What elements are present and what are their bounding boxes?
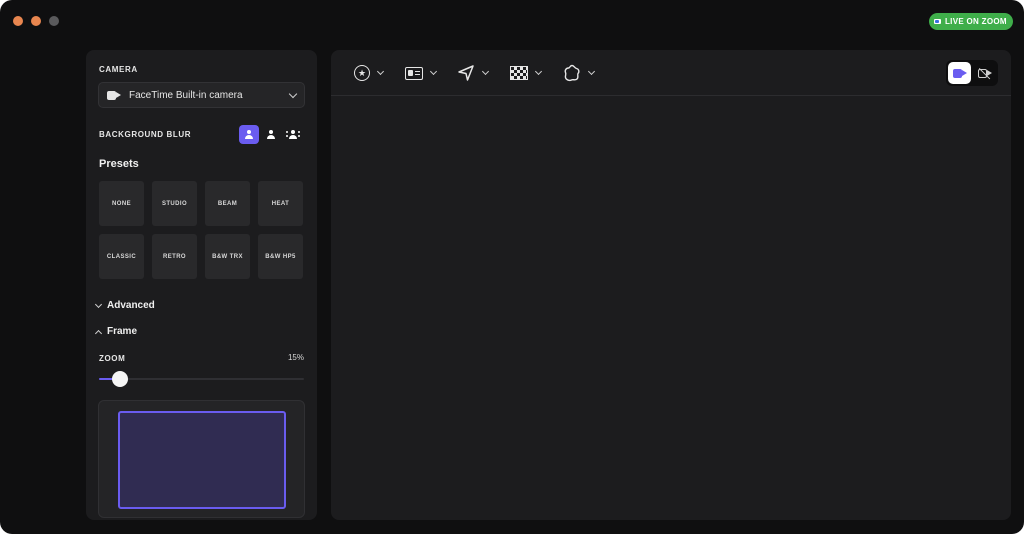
stickers-tool-button[interactable]: ★ bbox=[354, 64, 385, 82]
video-camera-off-icon bbox=[977, 67, 992, 79]
frame-label: Frame bbox=[107, 326, 138, 337]
live-status-label: LIVE ON ZOOM bbox=[945, 17, 1007, 26]
blur-option-strong[interactable] bbox=[283, 125, 303, 144]
navigation-arrow-icon bbox=[458, 65, 474, 81]
shapes-tool-button[interactable] bbox=[563, 64, 596, 82]
presets-title: Presets bbox=[99, 158, 139, 170]
frame-preview bbox=[98, 400, 305, 518]
camera-section-label: CAMERA bbox=[99, 65, 138, 74]
preset-beam[interactable]: BEAM bbox=[205, 181, 250, 226]
frame-crop-rectangle[interactable] bbox=[118, 411, 286, 509]
camera-toggle bbox=[946, 60, 998, 86]
blur-options bbox=[239, 125, 303, 144]
preset-bw-hp5[interactable]: B&W HP5 bbox=[258, 234, 303, 279]
chevron-down-icon bbox=[481, 67, 490, 75]
camera-off-button[interactable] bbox=[973, 62, 996, 84]
preset-heat[interactable]: HEAT bbox=[258, 181, 303, 226]
preset-none[interactable]: NONE bbox=[99, 181, 144, 226]
chevron-down-icon bbox=[376, 67, 385, 75]
star-badge-icon: ★ bbox=[354, 65, 370, 81]
settings-sidebar: CAMERA FaceTime Built-in camera BACKGROU… bbox=[86, 50, 317, 520]
preset-bw-trx[interactable]: B&W TRX bbox=[205, 234, 250, 279]
camera-preview-panel: ★ bbox=[331, 50, 1011, 520]
camera-on-button[interactable] bbox=[948, 62, 971, 84]
pointer-tool-button[interactable] bbox=[458, 64, 490, 82]
id-card-icon bbox=[405, 66, 423, 80]
camera-preview-area bbox=[331, 97, 1011, 520]
blob-shape-icon bbox=[564, 64, 580, 82]
chevron-down-icon bbox=[288, 89, 298, 98]
app-window: LIVE ON ZOOM CAMERA FaceTime Built-in ca… bbox=[0, 0, 1024, 534]
chevron-down-icon bbox=[534, 67, 543, 75]
preset-studio[interactable]: STUDIO bbox=[152, 181, 197, 226]
preset-classic[interactable]: CLASSIC bbox=[99, 234, 144, 279]
chevron-down-icon bbox=[587, 67, 596, 75]
advanced-label: Advanced bbox=[107, 300, 155, 311]
camera-select[interactable]: FaceTime Built-in camera bbox=[98, 82, 305, 108]
close-window-button[interactable] bbox=[13, 16, 23, 26]
preset-retro[interactable]: RETRO bbox=[152, 234, 197, 279]
chevron-up-icon bbox=[94, 329, 103, 337]
zoom-logo-icon bbox=[934, 19, 941, 24]
zoom-window-button[interactable] bbox=[49, 16, 59, 26]
background-tool-button[interactable] bbox=[510, 64, 543, 82]
background-blur-label: BACKGROUND BLUR bbox=[99, 130, 192, 139]
person-icon bbox=[244, 129, 254, 140]
minimize-window-button[interactable] bbox=[31, 16, 41, 26]
zoom-slider[interactable] bbox=[99, 370, 304, 388]
zoom-value: 15% bbox=[287, 353, 304, 362]
blur-option-none[interactable] bbox=[239, 125, 259, 144]
chevron-down-icon bbox=[94, 300, 103, 308]
presets-grid: NONE STUDIO BEAM HEAT CLASSIC RETRO B&W … bbox=[99, 181, 303, 279]
video-camera-icon bbox=[107, 90, 121, 100]
frame-section-toggle[interactable]: Frame bbox=[94, 326, 137, 337]
video-camera-icon bbox=[952, 68, 967, 78]
zoom-slider-track[interactable] bbox=[99, 378, 304, 380]
blur-option-light[interactable] bbox=[261, 125, 281, 144]
chevron-down-icon bbox=[429, 67, 438, 75]
person-icon bbox=[266, 129, 276, 140]
advanced-section-toggle[interactable]: Advanced bbox=[94, 300, 155, 311]
zoom-slider-thumb[interactable] bbox=[111, 371, 128, 387]
camera-select-value: FaceTime Built-in camera bbox=[129, 89, 243, 101]
live-status-badge[interactable]: LIVE ON ZOOM bbox=[929, 13, 1013, 30]
zoom-label: ZOOM bbox=[99, 354, 126, 363]
person-sparkle-icon bbox=[286, 129, 298, 140]
window-controls bbox=[13, 16, 59, 26]
name-tag-tool-button[interactable] bbox=[405, 64, 438, 82]
checkerboard-icon bbox=[510, 66, 528, 80]
preview-toolbar: ★ bbox=[331, 50, 1011, 96]
